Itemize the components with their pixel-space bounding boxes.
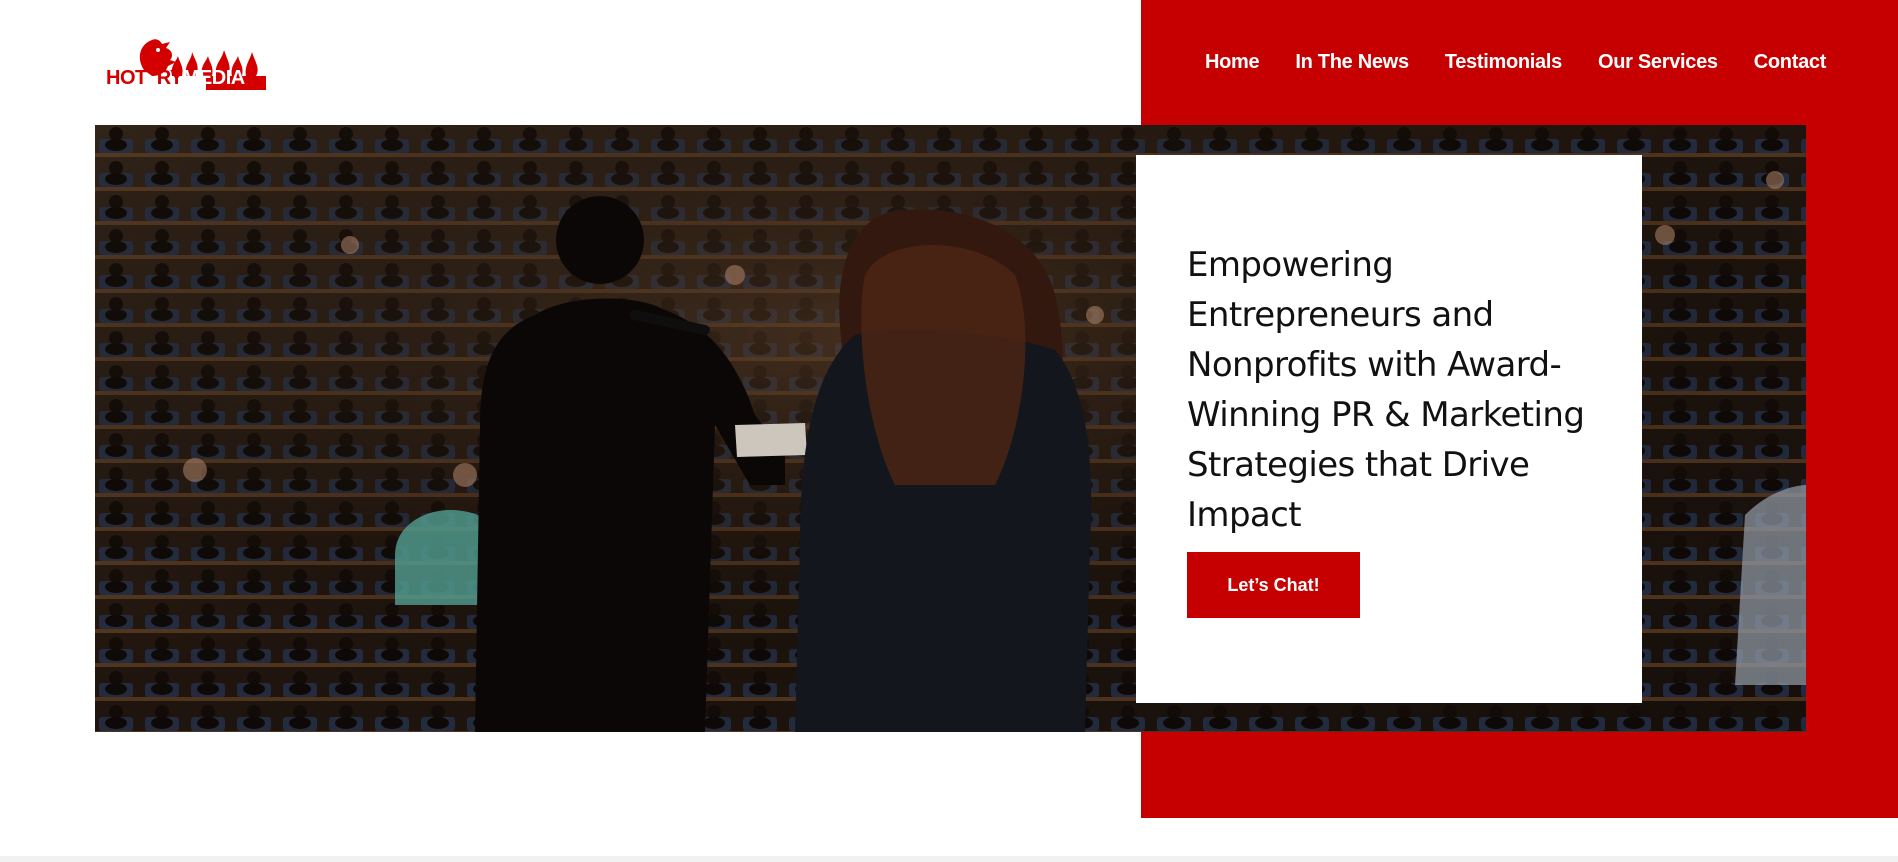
- hero-card: Empowering Entrepreneurs and Nonprofits …: [1136, 155, 1642, 703]
- hero-headline: Empowering Entrepreneurs and Nonprofits …: [1187, 245, 1585, 535]
- logo-text-hot: HOT: [106, 67, 147, 89]
- nav-our-services[interactable]: Our Services: [1598, 48, 1718, 76]
- main-nav: Home In The News Testimonials Our Servic…: [1205, 48, 1826, 76]
- hotcurry-media-logo[interactable]: HOT RYMEDIA: [106, 36, 268, 92]
- nav-home[interactable]: Home: [1205, 48, 1260, 76]
- nav-contact[interactable]: Contact: [1754, 48, 1827, 76]
- lets-chat-button[interactable]: Let’s Chat!: [1187, 552, 1360, 618]
- nav-testimonials[interactable]: Testimonials: [1445, 48, 1562, 76]
- footer-divider: [0, 856, 1898, 862]
- logo-text-media: MEDIA: [182, 67, 245, 89]
- logo-wordmark: HOT RYMEDIA: [106, 67, 245, 90]
- logo-text-ry: RY: [156, 67, 184, 89]
- nav-in-the-news[interactable]: In The News: [1295, 48, 1409, 76]
